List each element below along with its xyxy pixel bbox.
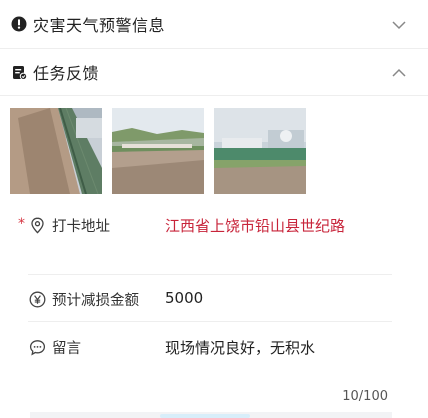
field-message[interactable]: 留言 现场情况良好，无积水 <box>0 327 428 367</box>
field-checkin-address: * 打卡地址 江西省上饶市铅山县世纪路 <box>0 205 428 245</box>
location-pin-icon <box>29 217 46 234</box>
photo-gallery <box>10 108 306 194</box>
section-header-disaster-warning[interactable]: 灾害天气预警信息 <box>0 0 428 48</box>
photo-thumbnail-1[interactable] <box>10 108 102 194</box>
message-value[interactable]: 现场情况良好，无积水 <box>165 337 315 358</box>
photo-thumbnail-3[interactable] <box>214 108 306 194</box>
character-counter: 10/100 <box>342 389 388 404</box>
bottom-button-edge[interactable] <box>160 414 250 418</box>
address-value: 江西省上饶市铅山县世纪路 <box>165 217 346 235</box>
yen-circle-icon <box>29 291 46 308</box>
section-header-task-feedback[interactable]: 任务反馈 <box>0 48 428 96</box>
field-label: 预计减损金额 <box>52 293 139 309</box>
field-estimated-loss-reduction[interactable]: 预计减损金额 5000 <box>0 279 428 319</box>
field-label: 打卡地址 <box>52 219 110 235</box>
required-marker: * <box>18 216 25 232</box>
amount-value[interactable]: 5000 <box>165 289 203 307</box>
field-label: 留言 <box>52 341 81 357</box>
task-form-icon <box>11 64 27 80</box>
photo-thumbnail-2[interactable] <box>112 108 204 194</box>
divider <box>28 274 392 275</box>
divider <box>28 321 392 322</box>
chevron-up-icon[interactable] <box>392 65 406 79</box>
section-title-task-feedback: 任务反馈 <box>33 64 100 83</box>
chevron-down-icon[interactable] <box>392 17 406 31</box>
section-title-disaster-warning: 灾害天气预警信息 <box>33 16 166 35</box>
chat-bubble-icon <box>29 339 46 356</box>
alert-circle-icon <box>11 16 27 32</box>
